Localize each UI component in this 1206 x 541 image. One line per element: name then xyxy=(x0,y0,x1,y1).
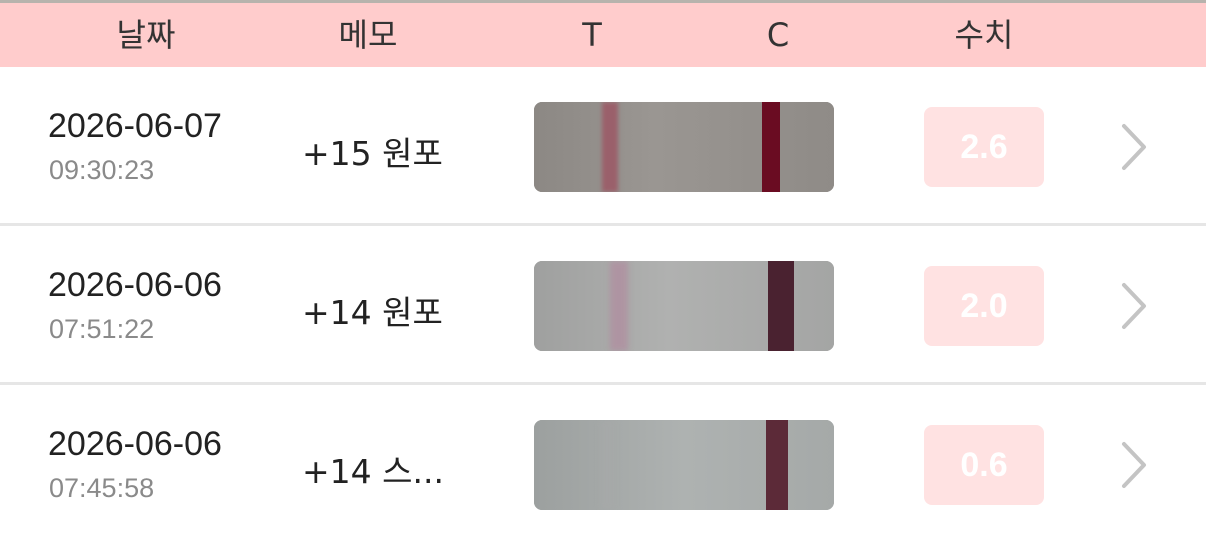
header-date: 날짜 xyxy=(116,16,176,54)
table-row[interactable]: 2026-06-07 09:30:23 +15 원포 2.6 xyxy=(0,67,1206,223)
control-line xyxy=(766,420,788,510)
header-value: 수치 xyxy=(954,16,1014,54)
test-line xyxy=(600,420,614,510)
test-strip-image xyxy=(534,261,834,351)
row-time: 07:45:58 xyxy=(49,473,155,503)
row-date: 2026-06-06 xyxy=(48,266,222,304)
value-badge: 2.0 xyxy=(924,266,1044,346)
header-memo: 메모 xyxy=(338,16,398,54)
value-badge: 2.6 xyxy=(924,107,1044,187)
header-c: C xyxy=(766,16,790,54)
row-memo: +15 원포 xyxy=(302,134,443,173)
row-memo: +14 스... xyxy=(302,452,444,491)
chevron-right-icon[interactable] xyxy=(1118,281,1150,331)
table-row[interactable]: 2026-06-06 07:45:58 +14 스... 0.6 xyxy=(0,385,1206,541)
control-line xyxy=(768,261,794,351)
chevron-right-icon[interactable] xyxy=(1118,122,1150,172)
row-date: 2026-06-06 xyxy=(48,425,222,463)
value-badge: 0.6 xyxy=(924,425,1044,505)
row-time: 09:30:23 xyxy=(49,155,155,185)
test-strip-image xyxy=(534,420,834,510)
test-line xyxy=(602,102,618,192)
chevron-right-icon[interactable] xyxy=(1118,440,1150,490)
row-time: 07:51:22 xyxy=(49,314,155,344)
table-header: 날짜 메모 T C 수치 xyxy=(0,3,1206,67)
test-line xyxy=(610,261,628,351)
control-line xyxy=(762,102,780,192)
header-t: T xyxy=(582,16,602,54)
table-row[interactable]: 2026-06-06 07:51:22 +14 원포 2.0 xyxy=(0,226,1206,382)
test-strip-image xyxy=(534,102,834,192)
row-memo: +14 원포 xyxy=(302,293,443,332)
row-date: 2026-06-07 xyxy=(48,107,222,145)
